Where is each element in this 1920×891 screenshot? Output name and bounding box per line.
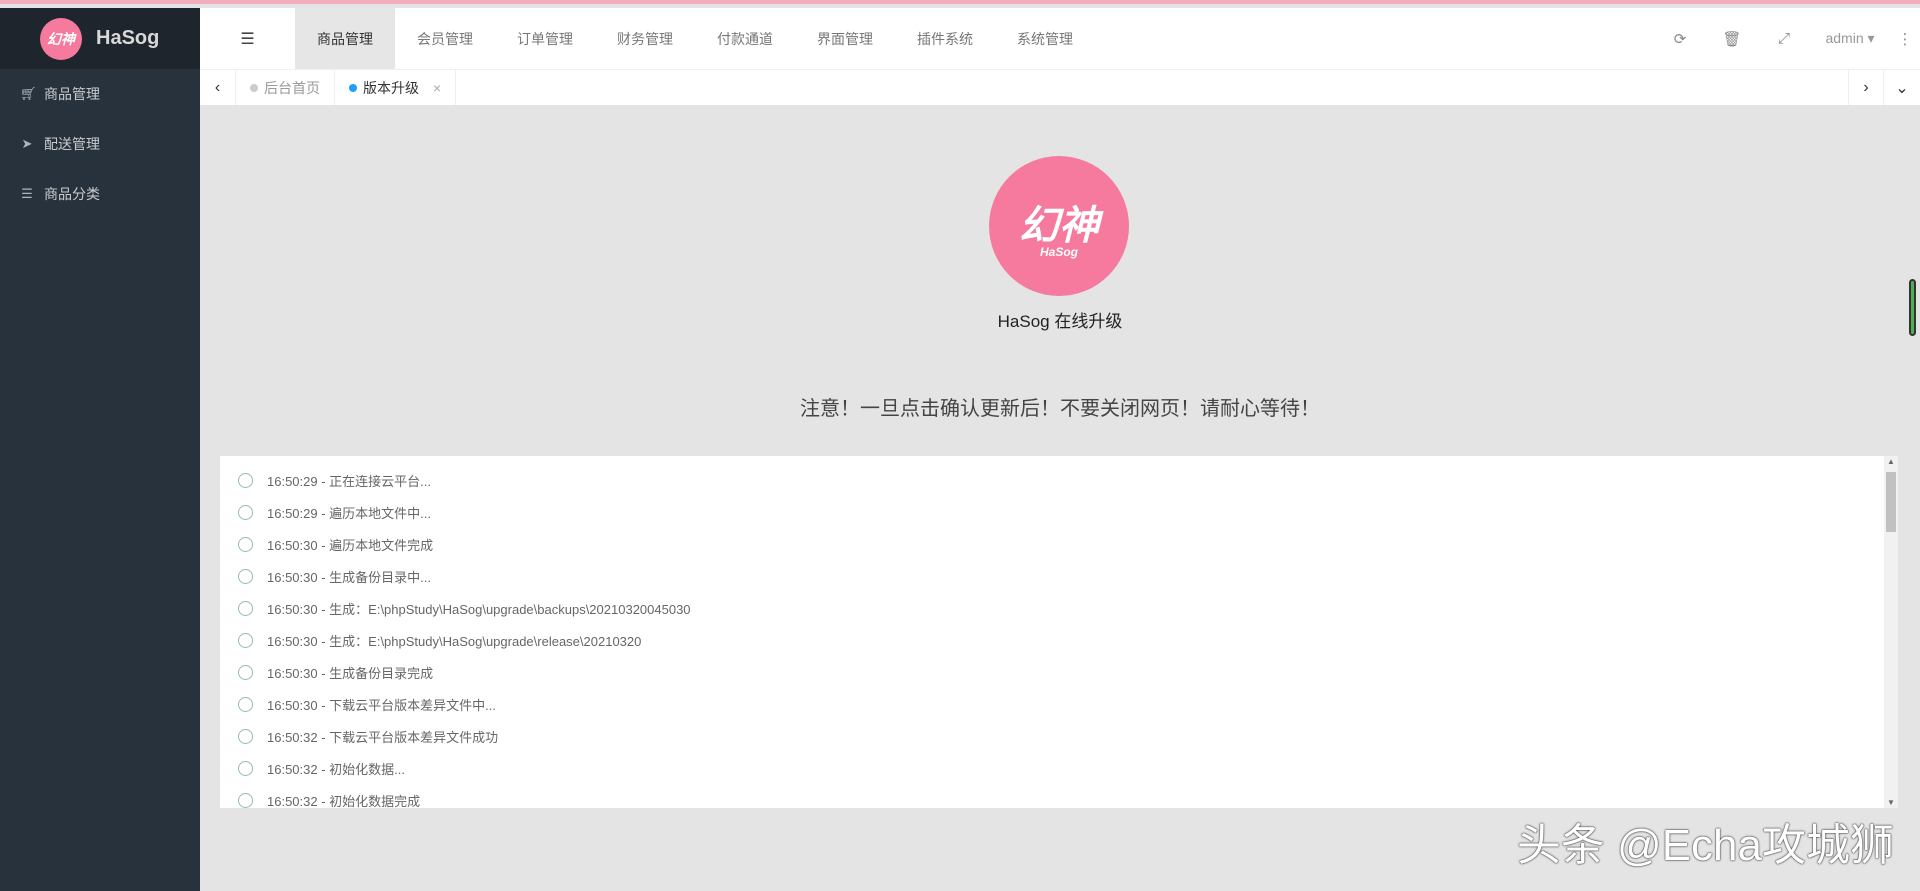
- circle-icon: [238, 568, 253, 584]
- sidebar-item-delivery[interactable]: ➤ 配送管理: [0, 119, 200, 169]
- sidebar-item-label: 配送管理: [44, 136, 100, 152]
- sidebar-item-label: 商品管理: [44, 86, 100, 102]
- log-text: 16:50:32 - 下载云平台版本差异文件成功: [267, 729, 499, 745]
- sidebar-item-goods[interactable]: 🛒︎ 商品管理: [0, 69, 200, 119]
- log-entry: 16:50:29 - 正在连接云平台...: [220, 464, 1898, 496]
- page-scrollbar[interactable]: [1909, 279, 1916, 336]
- logo-text: 幻神: [1019, 204, 1099, 248]
- watermark: 头条 @Echa攻城狮: [1516, 821, 1894, 870]
- circle-icon: [238, 632, 253, 648]
- log-entry: 16:50:30 - 遍历本地文件完成: [220, 528, 1898, 560]
- close-icon[interactable]: ×: [433, 80, 441, 96]
- log-text: 16:50:30 - 下载云平台版本差异文件中...: [267, 697, 496, 713]
- nav-system[interactable]: 系统管理: [995, 8, 1095, 69]
- log-entry: 16:50:32 - 初始化数据完成: [220, 784, 1898, 808]
- username: admin: [1825, 30, 1864, 46]
- page-title: HaSog 在线升级: [997, 312, 1123, 331]
- collapse-sidebar-icon[interactable]: ☰: [200, 29, 295, 49]
- tab-bar: ‹ 后台首页 版本升级 × › ⌄: [200, 69, 1920, 105]
- log-entry: 16:50:30 - 生成备份目录中...: [220, 560, 1898, 592]
- log-entry: 16:50:32 - 初始化数据...: [220, 752, 1898, 784]
- tab-home[interactable]: 后台首页: [236, 70, 335, 105]
- nav-interface[interactable]: 界面管理: [795, 8, 895, 69]
- hasog-logo: 幻神 HaSog: [989, 156, 1129, 296]
- tab-upgrade[interactable]: 版本升级 ×: [335, 70, 457, 105]
- user-menu[interactable]: admin ▾: [1810, 30, 1890, 47]
- log-entry: 16:50:29 - 遍历本地文件中...: [220, 496, 1898, 528]
- nav-finance[interactable]: 财务管理: [595, 8, 695, 69]
- tab-dot: [250, 83, 258, 92]
- fullscreen-icon[interactable]: ⤢: [1758, 30, 1810, 47]
- brand-name: HaSog: [96, 27, 160, 49]
- log-entry: 16:50:30 - 生成：E:\phpStudy\HaSog\upgrade\…: [220, 624, 1898, 656]
- logo-subtext: HaSog: [1039, 245, 1078, 259]
- brand[interactable]: 幻神 HaSog: [0, 8, 200, 69]
- log-text: 16:50:30 - 生成：E:\phpStudy\HaSog\upgrade\…: [267, 633, 642, 649]
- caret-down-icon: ▾: [1867, 30, 1875, 46]
- notice-text: 注意！一旦点击确认更新后！不要关闭网页！请耐心等待！: [800, 398, 1320, 420]
- log-text: 16:50:30 - 生成备份目录中...: [267, 569, 431, 585]
- log-text: 16:50:29 - 正在连接云平台...: [267, 473, 431, 489]
- circle-icon: [238, 664, 253, 680]
- log-entry: 16:50:30 - 生成：E:\phpStudy\HaSog\upgrade\…: [220, 592, 1898, 624]
- tab-label: 版本升级: [363, 79, 419, 96]
- refresh-icon[interactable]: ⟳: [1654, 30, 1706, 48]
- brand-logo: 幻神: [40, 17, 82, 60]
- log-entry: 16:50:30 - 下载云平台版本差异文件中...: [220, 688, 1898, 720]
- circle-icon: [238, 760, 253, 776]
- tab-label: 后台首页: [264, 79, 320, 96]
- sidebar: 幻神 HaSog 🛒︎ 商品管理 ➤ 配送管理 ☰ 商品分类: [0, 8, 200, 891]
- log-scrollbar[interactable]: ▲ ▼: [1884, 456, 1898, 808]
- trash-icon[interactable]: 🗑︎: [1706, 30, 1758, 48]
- nav-plugins[interactable]: 插件系统: [895, 8, 995, 69]
- cart-icon: 🛒︎: [20, 86, 37, 101]
- nav-orders[interactable]: 订单管理: [495, 8, 595, 69]
- circle-icon: [238, 536, 253, 552]
- log-text: 16:50:32 - 初始化数据...: [267, 761, 405, 777]
- log-text: 16:50:32 - 初始化数据完成: [267, 793, 421, 809]
- nav-payment[interactable]: 付款通道: [695, 8, 795, 69]
- tab-dot: [349, 83, 357, 92]
- list-icon: ☰: [21, 186, 33, 201]
- log-text: 16:50:29 - 遍历本地文件中...: [267, 505, 431, 521]
- circle-icon: [238, 728, 253, 744]
- log-entry: 16:50:30 - 生成备份目录完成: [220, 656, 1898, 688]
- log-text: 16:50:30 - 遍历本地文件完成: [267, 537, 434, 553]
- tab-prev-icon[interactable]: ‹: [200, 70, 236, 105]
- upgrade-log: 16:50:29 - 正在连接云平台... 16:50:29 - 遍历本地文件中.…: [220, 456, 1898, 808]
- more-vertical-icon[interactable]: ⋮: [1890, 30, 1920, 48]
- tab-next-icon[interactable]: ›: [1848, 70, 1884, 105]
- tab-menu-chevron-down-icon[interactable]: ⌄: [1884, 70, 1920, 105]
- circle-icon: [238, 600, 253, 616]
- sidebar-item-category[interactable]: ☰ 商品分类: [0, 169, 200, 219]
- circle-icon: [238, 696, 253, 712]
- circle-icon: [238, 504, 253, 520]
- sidebar-item-label: 商品分类: [44, 186, 100, 202]
- log-text: 16:50:30 - 生成备份目录完成: [267, 665, 434, 681]
- nav-members[interactable]: 会员管理: [395, 8, 495, 69]
- circle-icon: [238, 792, 253, 808]
- log-entry: 16:50:32 - 下载云平台版本差异文件成功: [220, 720, 1898, 752]
- top-header: ☰ 商品管理 会员管理 订单管理 财务管理 付款通道 界面管理 插件系统 系统管…: [200, 8, 1920, 69]
- paper-plane-icon: ➤: [21, 136, 33, 151]
- circle-icon: [238, 472, 253, 488]
- nav-goods[interactable]: 商品管理: [295, 8, 395, 69]
- log-text: 16:50:30 - 生成：E:\phpStudy\HaSog\upgrade\…: [267, 601, 691, 617]
